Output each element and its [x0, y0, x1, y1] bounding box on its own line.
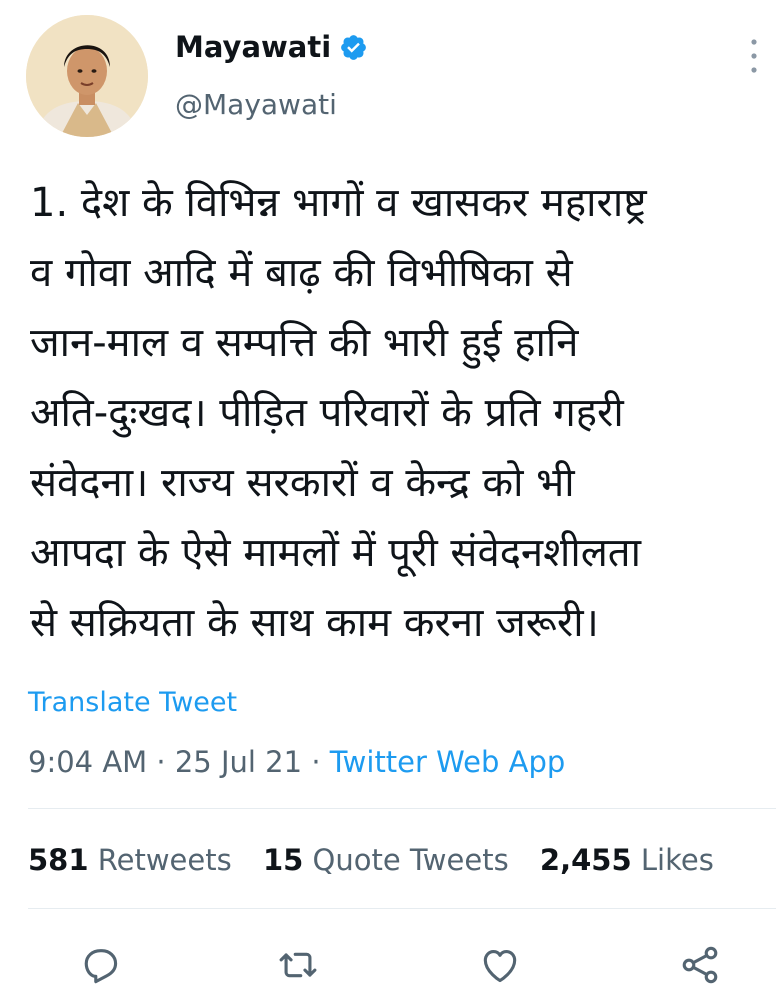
share-button[interactable] [678, 943, 722, 987]
user-name[interactable]: Mayawati [175, 30, 331, 64]
reply-icon [84, 949, 118, 984]
user-handle[interactable]: @Mayawati [175, 88, 337, 121]
tweet-source[interactable]: Twitter Web App [330, 745, 566, 779]
tweet-date[interactable]: 25 Jul 21 [175, 745, 302, 779]
user-name-row: Mayawati [175, 30, 368, 64]
likes-count: 2,455 [539, 843, 632, 877]
more-options-icon[interactable] [747, 36, 761, 76]
divider [28, 908, 776, 909]
retweets-count: 581 [28, 843, 89, 877]
likes-label: Likes [640, 843, 714, 877]
likes-stat[interactable]: 2,455 Likes [540, 843, 714, 877]
translate-tweet-link[interactable]: Translate Tweet [28, 687, 237, 718]
tweet-actions [0, 935, 782, 991]
meta-separator: · [311, 745, 321, 779]
retweets-stat[interactable]: 581 Retweets [28, 843, 232, 877]
meta-separator: · [156, 745, 166, 779]
avatar[interactable] [26, 15, 148, 137]
like-button[interactable] [478, 943, 522, 987]
tweet-time[interactable]: 9:04 AM [28, 745, 147, 779]
retweet-button[interactable] [276, 943, 320, 987]
divider [28, 808, 776, 809]
tweet-meta: 9:04 AM · 25 Jul 21 · Twitter Web App [28, 745, 565, 779]
retweet-icon [279, 952, 317, 978]
like-icon [483, 950, 517, 983]
quotes-label: Quote Tweets [312, 843, 509, 877]
quotes-count: 15 [262, 843, 304, 877]
tweet-stats: 581 Retweets 15 Quote Tweets 2,455 Likes [28, 843, 736, 877]
avatar-image [26, 15, 148, 137]
quote-tweets-stat[interactable]: 15 Quote Tweets [263, 843, 509, 877]
tweet-text: 1. देश के विभिन्न भागों व खासकर महाराष्ट… [30, 180, 647, 646]
retweets-label: Retweets [97, 843, 232, 877]
reply-button[interactable] [78, 943, 122, 987]
share-icon [682, 946, 718, 984]
verified-badge-icon [341, 34, 367, 60]
